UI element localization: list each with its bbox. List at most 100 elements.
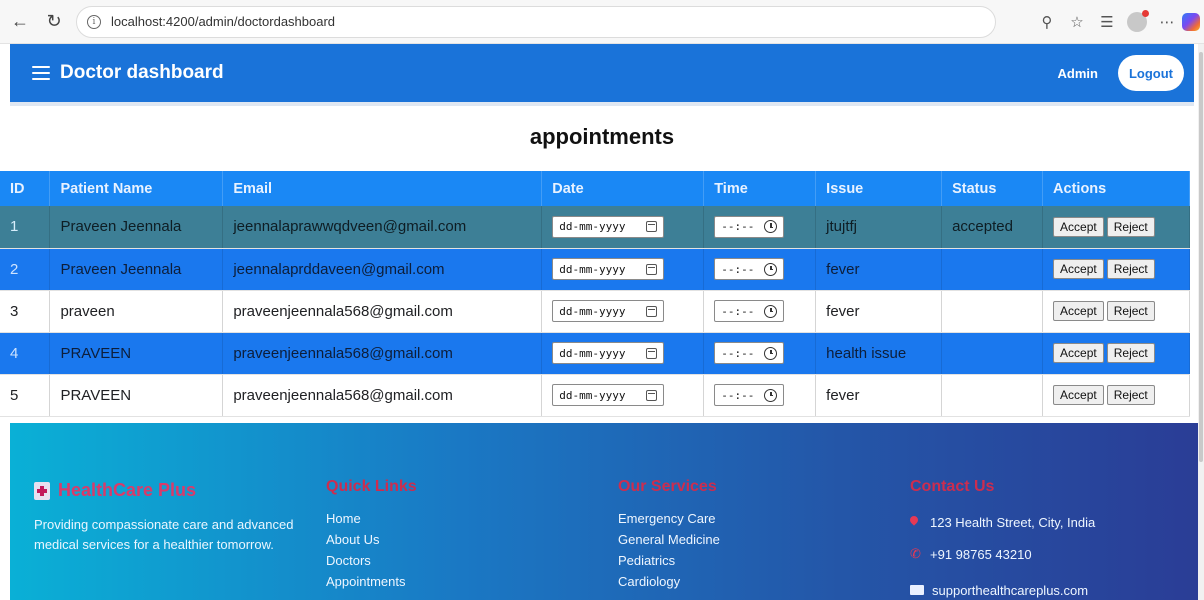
accept-button[interactable]: Accept <box>1053 301 1104 321</box>
column-header-email: Email <box>222 171 543 206</box>
phone-icon: ✆ <box>910 546 921 561</box>
logout-button[interactable]: Logout <box>1118 55 1184 91</box>
date-placeholder: dd-mm-yyyy <box>559 304 626 318</box>
cell-time: --:-- <box>703 206 817 249</box>
cell-time: --:-- <box>703 332 817 375</box>
hamburger-menu-icon[interactable] <box>32 66 50 80</box>
cell-issue: fever <box>815 248 943 291</box>
footer-contact: Contact Us 123 Health Street, City, Indi… <box>910 478 1095 600</box>
cell-email: praveenjeennala568@gmail.com <box>222 374 543 417</box>
time-placeholder: --:-- <box>721 388 755 402</box>
cell-status <box>941 374 1044 417</box>
calendar-icon[interactable] <box>646 305 658 317</box>
time-input[interactable]: --:-- <box>714 258 785 280</box>
cell-id: 3 <box>0 290 51 333</box>
clock-icon[interactable] <box>764 388 778 402</box>
cell-id: 2 <box>0 248 51 291</box>
table-header-row: ID Patient Name Email Date Time Issue St… <box>0 171 1190 206</box>
clock-icon[interactable] <box>764 220 778 234</box>
column-header-issue: Issue <box>815 171 943 206</box>
date-input[interactable]: dd-mm-yyyy <box>552 215 665 238</box>
more-options-icon[interactable]: ⋯ <box>1152 7 1182 37</box>
column-header-time: Time <box>703 171 817 206</box>
column-header-id: ID <box>0 171 51 206</box>
accept-button[interactable]: Accept <box>1053 216 1104 237</box>
footer-link-appointments[interactable]: Appointments <box>326 571 417 592</box>
footer-service-pediatrics[interactable]: Pediatrics <box>618 550 720 571</box>
admin-label[interactable]: Admin <box>1058 66 1098 81</box>
info-icon[interactable]: i <box>87 14 101 29</box>
table-row: 5 PRAVEEN praveenjeennala568@gmail.com d… <box>0 374 1190 417</box>
footer-link-about-us[interactable]: About Us <box>326 529 417 550</box>
calendar-icon[interactable] <box>646 389 658 401</box>
footer-link-doctors[interactable]: Doctors <box>326 550 417 571</box>
services-heading: Our Services <box>618 478 717 495</box>
quick-links-heading: Quick Links <box>326 478 417 495</box>
cell-patient-name: Praveen Jeennala <box>49 248 224 291</box>
reject-button[interactable]: Reject <box>1106 259 1155 279</box>
date-input[interactable]: dd-mm-yyyy <box>552 384 665 406</box>
cell-time: --:-- <box>703 374 817 417</box>
copilot-icon[interactable] <box>1182 13 1200 31</box>
table-row: 4 PRAVEEN praveenjeennala568@gmail.com d… <box>0 332 1190 375</box>
footer-service-general-medicine[interactable]: General Medicine <box>618 529 720 550</box>
favorites-list-icon[interactable]: ☰ <box>1092 7 1122 37</box>
cell-issue: fever <box>815 290 943 333</box>
footer-service-cardiology[interactable]: Cardiology <box>618 571 720 592</box>
date-input[interactable]: dd-mm-yyyy <box>552 342 665 364</box>
profile-avatar[interactable] <box>1122 7 1152 37</box>
reject-button[interactable]: Reject <box>1106 343 1155 363</box>
cell-issue: fever <box>815 374 943 417</box>
password-key-icon[interactable]: ⚲ <box>1032 7 1062 37</box>
footer-quick-links: Quick Links Home About Us Doctors Appoin… <box>326 478 417 592</box>
column-header-actions: Actions <box>1042 171 1190 206</box>
footer-service-emergency-care[interactable]: Emergency Care <box>618 508 720 529</box>
date-placeholder: dd-mm-yyyy <box>559 346 626 360</box>
browser-toolbar: ← ↻ i localhost:4200/admin/doctordashboa… <box>0 0 1204 44</box>
calendar-icon[interactable] <box>646 221 658 233</box>
date-input[interactable]: dd-mm-yyyy <box>552 300 665 322</box>
cell-id: 4 <box>0 332 51 375</box>
address-bar[interactable]: i localhost:4200/admin/doctordashboard <box>76 5 996 38</box>
location-pin-icon <box>910 516 918 528</box>
date-input[interactable]: dd-mm-yyyy <box>552 258 665 280</box>
cell-date: dd-mm-yyyy <box>541 374 705 417</box>
footer-brand: HealthCare Plus <box>34 480 196 501</box>
back-arrow-icon[interactable]: ← <box>6 8 34 36</box>
mail-icon <box>910 585 924 595</box>
cell-issue: jtujtfj <box>815 206 943 249</box>
cell-id: 5 <box>0 374 51 417</box>
clock-icon[interactable] <box>764 304 778 318</box>
header-user-area: Admin Logout <box>1058 44 1184 102</box>
date-placeholder: dd-mm-yyyy <box>559 262 626 276</box>
calendar-icon[interactable] <box>646 347 658 359</box>
date-placeholder: dd-mm-yyyy <box>559 388 626 402</box>
reject-button[interactable]: Reject <box>1106 301 1155 321</box>
reload-icon[interactable]: ↻ <box>40 8 68 36</box>
accept-button[interactable]: Accept <box>1053 343 1104 363</box>
clock-icon[interactable] <box>764 346 778 360</box>
reject-button[interactable]: Reject <box>1106 385 1155 405</box>
time-input[interactable]: --:-- <box>714 384 785 406</box>
cell-actions: Accept Reject <box>1042 206 1190 249</box>
accept-button[interactable]: Accept <box>1053 385 1104 405</box>
accept-button[interactable]: Accept <box>1053 259 1104 279</box>
table-row: 3 praveen praveenjeennala568@gmail.com d… <box>0 290 1190 333</box>
time-input[interactable]: --:-- <box>714 300 785 322</box>
favorite-star-icon[interactable]: ☆ <box>1062 7 1092 37</box>
footer-link-home[interactable]: Home <box>326 508 417 529</box>
hospital-icon <box>34 481 50 500</box>
calendar-icon[interactable] <box>646 263 658 275</box>
address-url: localhost:4200/admin/doctordashboard <box>111 14 336 29</box>
clock-icon[interactable] <box>764 262 778 276</box>
cell-actions: Accept Reject <box>1042 248 1190 291</box>
page-scrollbar-thumb[interactable] <box>1199 52 1203 462</box>
time-placeholder: --:-- <box>721 304 755 318</box>
time-input[interactable]: --:-- <box>714 215 785 238</box>
time-input[interactable]: --:-- <box>714 342 785 364</box>
reject-button[interactable]: Reject <box>1106 216 1155 237</box>
cell-actions: Accept Reject <box>1042 332 1190 375</box>
column-header-date: Date <box>541 171 705 206</box>
contact-address: 123 Health Street, City, India <box>910 512 1095 532</box>
time-placeholder: --:-- <box>721 262 755 276</box>
